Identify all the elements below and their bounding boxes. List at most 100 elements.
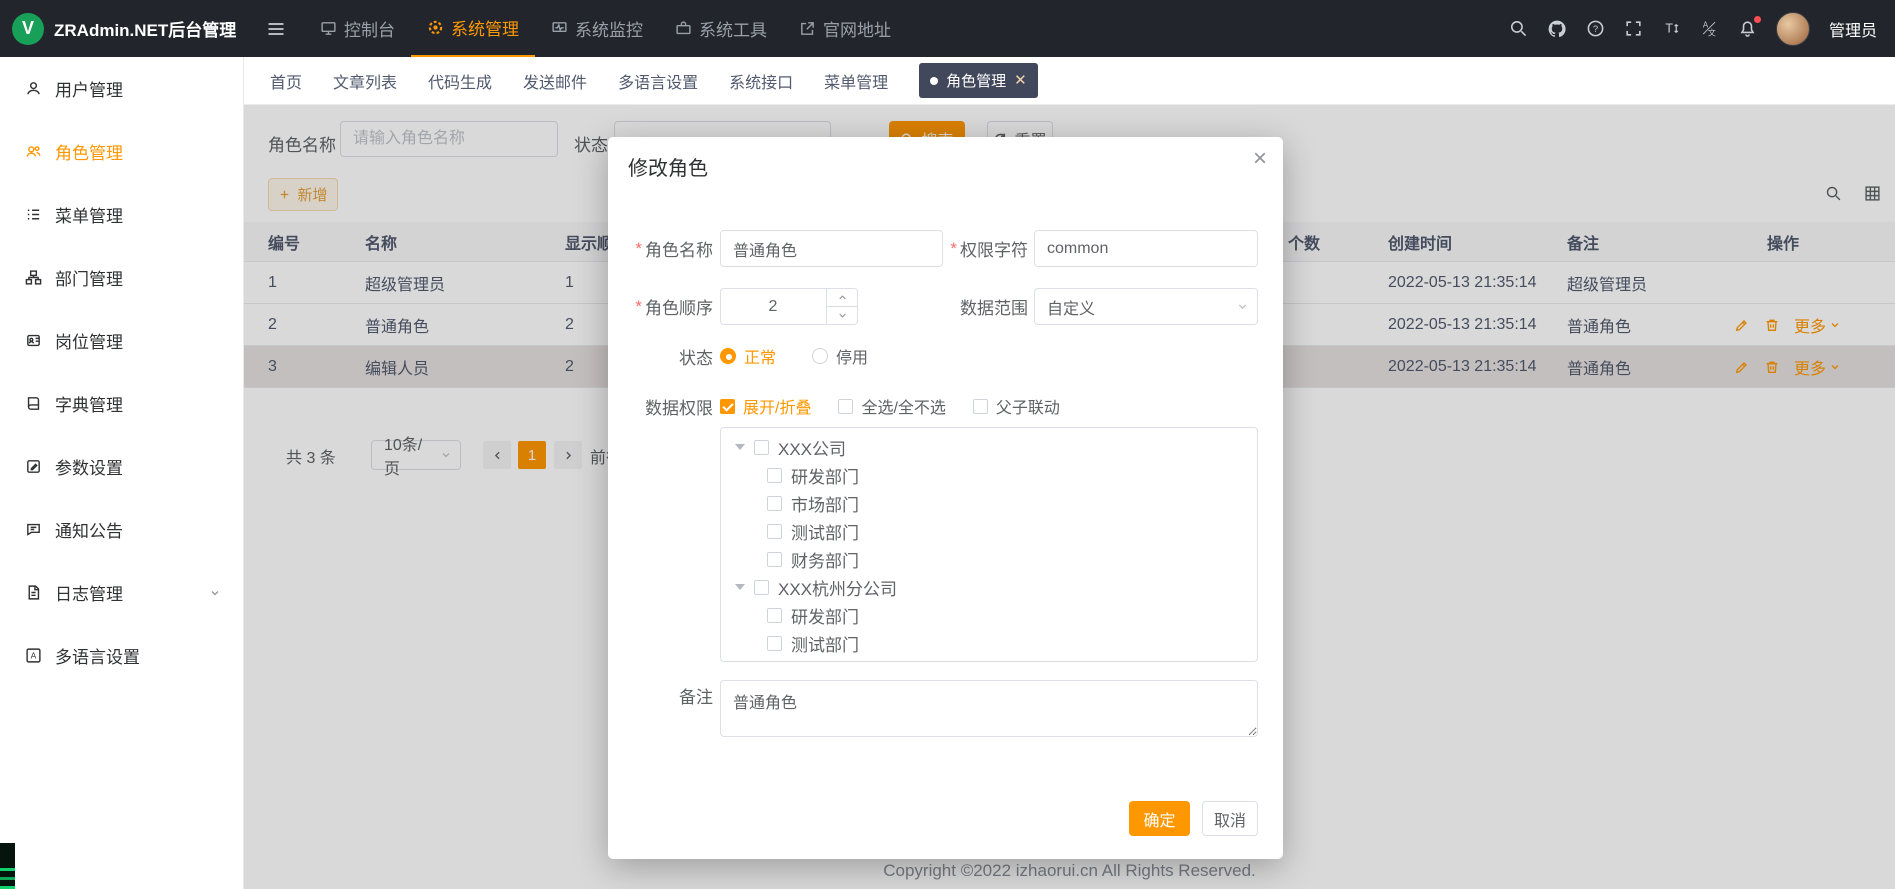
stepper-down-icon[interactable] (826, 306, 857, 324)
checkbox-icon[interactable] (754, 580, 769, 595)
topnav-label: 系统管理 (451, 15, 519, 40)
app-logo[interactable]: V ZRAdmin.NET后台管理 (0, 13, 244, 45)
svg-text:?: ? (1593, 24, 1598, 35)
status-label: 状态 (608, 338, 713, 375)
checkbox-checked-icon (720, 399, 735, 414)
status-radio-group: 正常 停用 (720, 341, 868, 371)
sidebar-item-dictionary[interactable]: 字典管理 (0, 372, 243, 435)
tab-code-gen[interactable]: 代码生成 (428, 69, 492, 93)
app-title: ZRAdmin.NET后台管理 (54, 16, 236, 41)
sidebar-item-users[interactable]: 用户管理 (0, 57, 243, 120)
checkbox-icon[interactable] (767, 552, 782, 567)
topbar: V ZRAdmin.NET后台管理 控制台 系统管理 系统监控 系统工具 官网地… (0, 0, 1895, 57)
tree-node-label: 财务部门 (791, 547, 859, 572)
tree-node-dept[interactable]: 市场部门 (721, 489, 1257, 517)
github-icon[interactable] (1547, 19, 1567, 39)
help-icon[interactable]: ? (1586, 19, 1605, 38)
sidebar-item-posts[interactable]: 岗位管理 (0, 309, 243, 372)
tab-system-api[interactable]: 系统接口 (729, 69, 793, 93)
org-tree-icon (25, 269, 42, 286)
avatar[interactable] (1776, 12, 1810, 46)
radio-disabled[interactable]: 停用 (812, 344, 868, 368)
tab-role-management-active[interactable]: 角色管理 ✕ (919, 63, 1038, 98)
fullscreen-icon[interactable] (1624, 19, 1643, 38)
tree-node-dept[interactable]: 测试部门 (721, 629, 1257, 657)
sidebar-item-label: 字典管理 (55, 391, 123, 416)
checkbox-icon[interactable] (767, 636, 782, 651)
sidebar-item-departments[interactable]: 部门管理 (0, 246, 243, 309)
radio-selected-icon (720, 348, 736, 364)
sidebar-item-menus[interactable]: 菜单管理 (0, 183, 243, 246)
user-name[interactable]: 管理员 (1829, 17, 1877, 41)
checkbox-parent-child-link[interactable]: 父子联动 (973, 394, 1060, 418)
chevron-down-icon (209, 587, 221, 599)
tree-node-dept[interactable]: 财务部门 (721, 545, 1257, 573)
cancel-button[interactable]: 取消 (1202, 801, 1258, 836)
tree-node-company[interactable]: XXX公司 (721, 433, 1257, 461)
search-icon[interactable] (1509, 19, 1528, 38)
radio-normal[interactable]: 正常 (720, 344, 776, 368)
topnav-label: 官网地址 (823, 16, 891, 41)
topnav-website[interactable]: 官网地址 (783, 0, 907, 57)
menu-icon (25, 206, 42, 223)
topnav-system-management[interactable]: 系统管理 (411, 0, 535, 57)
tab-home[interactable]: 首页 (270, 69, 302, 93)
bell-icon[interactable] (1738, 19, 1757, 38)
sidebar-item-multilanguage[interactable]: A 多语言设置 (0, 624, 243, 687)
data-scope-select[interactable]: 自定义 (1034, 288, 1258, 325)
sidebar-item-label: 多语言设置 (55, 643, 140, 668)
active-tab-dot (930, 77, 938, 85)
topnav-system-monitor[interactable]: 系统监控 (535, 0, 659, 57)
active-tab-label: 角色管理 (946, 70, 1006, 91)
language-icon[interactable]: A文 (1700, 19, 1719, 38)
topnav-label: 系统监控 (575, 16, 643, 41)
stepper-up-icon[interactable] (826, 289, 857, 307)
sidebar-item-notices[interactable]: 通知公告 (0, 498, 243, 561)
sidebar-item-logs[interactable]: 日志管理 (0, 561, 243, 624)
tab-article-list[interactable]: 文章列表 (333, 69, 397, 93)
topnav-console[interactable]: 控制台 (304, 0, 411, 57)
sidebar-item-label: 菜单管理 (55, 202, 123, 227)
caret-down-icon[interactable] (735, 584, 745, 590)
topnav-system-tools[interactable]: 系统工具 (659, 0, 783, 57)
topbar-actions: ? T A文 管理员 (1509, 12, 1895, 46)
edit-square-icon (25, 458, 42, 475)
notification-badge (1754, 16, 1761, 23)
checkbox-icon[interactable] (754, 440, 769, 455)
font-size-icon[interactable]: T (1662, 19, 1681, 38)
sidebar-item-roles[interactable]: 角色管理 (0, 120, 243, 183)
tree-node-label: 测试部门 (791, 631, 859, 656)
checkbox-icon[interactable] (767, 468, 782, 483)
logo-icon: V (12, 13, 44, 45)
caret-down-icon[interactable] (735, 444, 745, 450)
tree-node-company[interactable]: XXX杭州分公司 (721, 573, 1257, 601)
console-icon (320, 20, 337, 37)
permission-key-input[interactable] (1034, 230, 1258, 267)
close-icon[interactable]: ✕ (1014, 73, 1027, 88)
role-order-stepper[interactable]: 2 (720, 288, 858, 325)
tree-node-dept[interactable]: 测试部门 (721, 517, 1257, 545)
confirm-button[interactable]: 确定 (1129, 801, 1190, 836)
id-badge-icon (25, 332, 42, 349)
tab-menu-management[interactable]: 菜单管理 (824, 69, 888, 93)
remark-textarea[interactable]: 普通角色 (720, 680, 1258, 737)
checkbox-icon[interactable] (767, 496, 782, 511)
tree-node-dept[interactable]: 研发部门 (721, 601, 1257, 629)
tab-multilanguage[interactable]: 多语言设置 (618, 69, 698, 93)
gear-icon (427, 19, 444, 36)
sidebar-item-label: 参数设置 (55, 454, 123, 479)
sidebar-toggle-icon[interactable] (266, 19, 286, 39)
sidebar-item-parameters[interactable]: 参数设置 (0, 435, 243, 498)
tab-send-mail[interactable]: 发送邮件 (523, 69, 587, 93)
checkbox-icon[interactable] (767, 524, 782, 539)
checkbox-expand-collapse[interactable]: 展开/折叠 (720, 394, 811, 418)
top-nav: 控制台 系统管理 系统监控 系统工具 官网地址 (304, 0, 907, 57)
checkbox-icon (838, 399, 853, 414)
close-icon[interactable]: × (1253, 147, 1267, 171)
checkbox-select-all[interactable]: 全选/全不选 (838, 394, 945, 418)
required-asterisk: * (635, 297, 642, 317)
tools-icon (675, 20, 692, 37)
checkbox-icon[interactable] (767, 608, 782, 623)
radio-unselected-icon (812, 348, 828, 364)
tree-node-dept[interactable]: 研发部门 (721, 461, 1257, 489)
